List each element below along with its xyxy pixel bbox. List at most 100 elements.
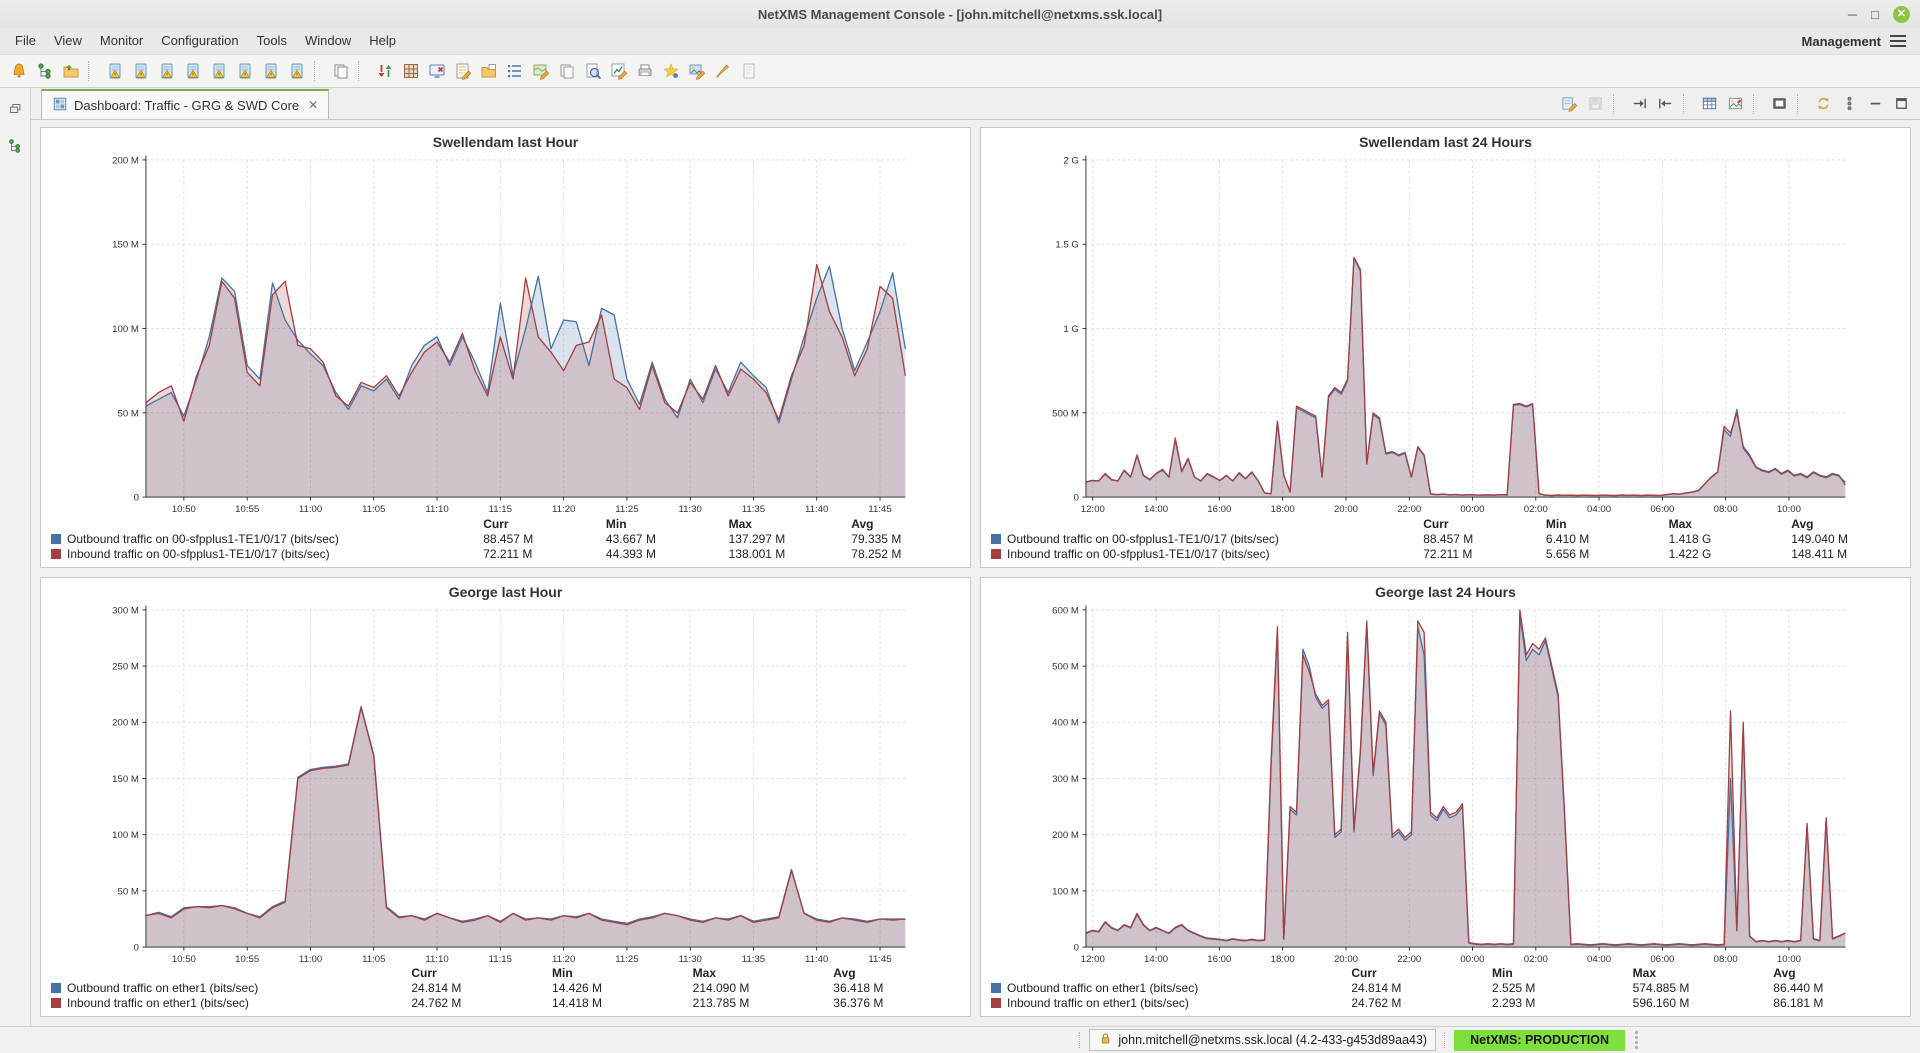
report-folder-icon[interactable] (476, 59, 501, 84)
object-tree-shortcut-icon[interactable] (3, 133, 28, 158)
legend-stat-value: 596.160 M (1629, 996, 1770, 1011)
legend-header-row: CurrMinMaxAvg (987, 517, 1910, 532)
legend-swatch (51, 998, 61, 1008)
legend-row: Outbound traffic on 00-sfpplus1-TE1/0/17… (987, 532, 1910, 547)
refresh-icon[interactable] (1811, 91, 1836, 116)
legend-stat-value: 78.252 M (847, 547, 970, 562)
blank-document-icon[interactable] (736, 59, 761, 84)
legend-row: Inbound traffic on ether1 (bits/sec)24.7… (987, 996, 1910, 1011)
legend-swatch (51, 534, 61, 544)
legend-header-curr: Curr (1347, 966, 1488, 981)
chart-title: Swellendam last Hour (41, 128, 970, 152)
remote-console-icon[interactable] (424, 59, 449, 84)
svg-text:11:25: 11:25 (615, 504, 638, 515)
svg-text:08:00: 08:00 (1714, 953, 1738, 964)
svg-text:11:40: 11:40 (805, 953, 828, 964)
predefined-graph-icon-3[interactable] (154, 59, 179, 84)
copy-icon[interactable] (328, 59, 353, 84)
pin-left-icon[interactable] (1653, 91, 1678, 116)
restore-view-icon[interactable] (3, 96, 28, 121)
svg-text:50 M: 50 M (118, 886, 139, 897)
hamburger-menu-icon[interactable] (1890, 35, 1906, 47)
import-export-icon[interactable] (372, 59, 397, 84)
chart-panel-george-hour: George last Hour 050 M100 M150 M200 M250… (40, 577, 971, 1018)
traffic-chart-swellendam-hour: 050 M100 M150 M200 M10:5010:5511:0011:05… (41, 152, 970, 516)
traffic-chart-george-hour: 050 M100 M150 M200 M250 M300 M10:5010:55… (41, 602, 970, 966)
legend-stat-value: 24.762 M (407, 996, 548, 1011)
legend-stat-value: 2.525 M (1488, 981, 1629, 996)
legend-stat-value: 43.667 M (602, 532, 725, 547)
duplicate-pages-icon[interactable] (554, 59, 579, 84)
svg-text:500 M: 500 M (1052, 661, 1079, 672)
svg-text:00:00: 00:00 (1460, 504, 1484, 515)
pin-right-icon[interactable] (1627, 91, 1652, 116)
effects-icon[interactable] (658, 59, 683, 84)
legend-header-avg: Avg (847, 517, 970, 532)
task-list-icon[interactable] (502, 59, 527, 84)
menu-tools[interactable]: Tools (248, 30, 296, 51)
menu-help[interactable]: Help (360, 30, 405, 51)
edit-dashboard-icon[interactable] (1557, 91, 1582, 116)
svg-text:2 G: 2 G (1063, 155, 1079, 166)
maximize-view-icon[interactable] (1889, 91, 1914, 116)
svg-text:100 M: 100 M (112, 830, 139, 841)
chart-panel-swellendam-hour: Swellendam last Hour 050 M100 M150 M200 … (40, 127, 971, 568)
legend-header-max: Max (1665, 517, 1788, 532)
svg-text:11:00: 11:00 (299, 953, 322, 964)
save-dashboard-icon[interactable] (1583, 91, 1608, 116)
predefined-graph-icon-1[interactable] (102, 59, 127, 84)
menu-file[interactable]: File (6, 30, 45, 51)
style-brush-icon[interactable] (710, 59, 735, 84)
network-map-edit-icon[interactable] (528, 59, 553, 84)
graph-edit-icon[interactable] (606, 59, 631, 84)
svg-text:0: 0 (1074, 493, 1079, 504)
predefined-graph-icon-6[interactable] (232, 59, 257, 84)
minimize-view-icon[interactable] (1863, 91, 1888, 116)
svg-text:10:00: 10:00 (1777, 953, 1801, 964)
legend-header-curr: Curr (479, 517, 602, 532)
package-manager-icon[interactable] (398, 59, 423, 84)
svg-text:20:00: 20:00 (1334, 953, 1358, 964)
legend-stat-value: 36.418 M (829, 981, 970, 996)
legend-series-label: Outbound traffic on 00-sfpplus1-TE1/0/17… (987, 532, 1419, 547)
statusbar-grip[interactable] (1635, 1031, 1638, 1049)
legend-header-max: Max (725, 517, 848, 532)
window-close-button[interactable]: ✕ (1893, 6, 1910, 23)
legend-series-label: Outbound traffic on 00-sfpplus1-TE1/0/17… (47, 532, 479, 547)
predefined-graph-icon-8[interactable] (284, 59, 309, 84)
svg-text:100 M: 100 M (112, 324, 139, 335)
menu-configuration[interactable]: Configuration (152, 30, 247, 51)
predefined-graph-icon-2[interactable] (128, 59, 153, 84)
edit-notes-icon[interactable] (450, 59, 475, 84)
object-browser-icon[interactable] (32, 59, 57, 84)
predefined-graph-icon-7[interactable] (258, 59, 283, 84)
window-minimize-button[interactable]: ─ (1848, 8, 1857, 21)
address-lookup-icon[interactable] (580, 59, 605, 84)
image-edit-icon[interactable] (684, 59, 709, 84)
predefined-graph-icon-5[interactable] (206, 59, 231, 84)
export-image-icon[interactable] (1723, 91, 1748, 116)
more-options-icon[interactable] (1837, 91, 1862, 116)
legend-series-label: Outbound traffic on ether1 (bits/sec) (987, 981, 1347, 996)
legend-stat-value: 24.814 M (1347, 981, 1488, 996)
menu-monitor[interactable]: Monitor (91, 30, 152, 51)
toolbar-separator (1683, 94, 1692, 114)
tab-close-icon[interactable]: ✕ (305, 98, 318, 112)
tab-dashboard-traffic[interactable]: Dashboard: Traffic - GRG & SWD Core ✕ (41, 89, 329, 119)
legend-row: Outbound traffic on 00-sfpplus1-TE1/0/17… (47, 532, 970, 547)
legend-swatch (51, 549, 61, 559)
menu-window[interactable]: Window (296, 30, 360, 51)
menu-view[interactable]: View (45, 30, 91, 51)
capture-frame-icon[interactable] (1767, 91, 1792, 116)
legend-stat-value: 24.762 M (1347, 996, 1488, 1011)
print-icon[interactable] (632, 59, 657, 84)
legend-stat-value: 86.181 M (1769, 996, 1910, 1011)
export-table-icon[interactable] (1697, 91, 1722, 116)
open-view-icon[interactable] (58, 59, 83, 84)
alarm-browser-icon[interactable] (6, 59, 31, 84)
svg-text:22:00: 22:00 (1397, 504, 1421, 515)
predefined-graph-icon-4[interactable] (180, 59, 205, 84)
svg-text:04:00: 04:00 (1587, 953, 1611, 964)
legend-swatch (991, 998, 1001, 1008)
window-maximize-button[interactable]: □ (1871, 8, 1879, 21)
